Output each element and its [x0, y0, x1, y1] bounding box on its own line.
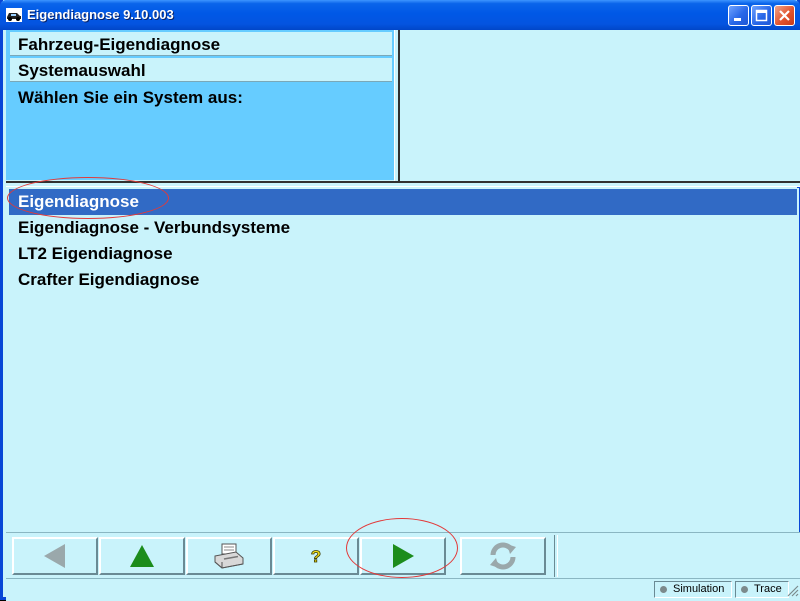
title-bar[interactable]: Eigendiagnose 9.10.003: [0, 0, 800, 30]
back-button[interactable]: [12, 537, 98, 575]
header-row-step: Systemauswahl: [10, 58, 392, 82]
app-window: Eigendiagnose 9.10.003 Fahrzeug-Eigendia…: [0, 0, 800, 601]
window-title: Eigendiagnose 9.10.003: [27, 7, 174, 22]
list-item-label: Eigendiagnose: [18, 192, 139, 211]
car-icon: [6, 8, 22, 22]
help-glyph: ?: [311, 547, 321, 566]
horizontal-splitter[interactable]: [6, 181, 800, 187]
header-function-label: Fahrzeug-Eigendiagnose: [18, 35, 221, 54]
status-simulation-label: Simulation: [673, 583, 725, 595]
list-item-eigendiagnose[interactable]: Eigendiagnose: [9, 189, 797, 215]
list-item-label: Crafter Eigendiagnose: [18, 270, 200, 289]
forward-button[interactable]: [360, 537, 446, 575]
refresh-button[interactable]: [460, 537, 546, 575]
printer-icon: [214, 543, 244, 569]
minimize-button[interactable]: [728, 5, 749, 26]
header-info-pane: Fahrzeug-Eigendiagnose Systemauswahl Wäh…: [6, 30, 395, 180]
list-item-lt2[interactable]: LT2 Eigendiagnose: [9, 241, 797, 267]
header-prompt: Wählen Sie ein System aus:: [18, 88, 243, 107]
forward-arrow-icon: [393, 544, 414, 568]
status-simulation: Simulation: [654, 581, 732, 598]
resize-grip-icon[interactable]: [787, 585, 799, 597]
list-item-crafter[interactable]: Crafter Eigendiagnose: [9, 267, 797, 293]
close-button[interactable]: [774, 5, 795, 26]
maximize-icon: [755, 9, 768, 22]
back-arrow-icon: [44, 544, 65, 568]
toolbar-separator: [554, 535, 558, 577]
maximize-button[interactable]: [751, 5, 772, 26]
print-button[interactable]: [186, 537, 272, 575]
header-row-function: Fahrzeug-Eigendiagnose: [10, 32, 392, 56]
up-arrow-icon: [130, 545, 154, 567]
bottom-toolbar: ?: [6, 532, 800, 579]
status-trace: Trace: [735, 581, 789, 598]
help-icon: ?: [310, 547, 321, 567]
refresh-icon: [490, 542, 516, 570]
header-detail-pane: [400, 30, 800, 182]
header-step-label: Systemauswahl: [18, 61, 146, 80]
status-indicator-icon: [660, 586, 667, 593]
up-button[interactable]: [99, 537, 185, 575]
system-list: Eigendiagnose Eigendiagnose - Verbundsys…: [7, 188, 799, 532]
status-trace-label: Trace: [754, 583, 782, 595]
help-button[interactable]: ?: [273, 537, 359, 575]
status-indicator-icon: [741, 586, 748, 593]
list-item-verbundsysteme[interactable]: Eigendiagnose - Verbundsysteme: [9, 215, 797, 241]
list-item-label: LT2 Eigendiagnose: [18, 244, 173, 263]
minimize-icon: [734, 18, 741, 21]
close-icon: [779, 10, 790, 21]
list-item-label: Eigendiagnose - Verbundsysteme: [18, 218, 291, 237]
status-bar: Simulation Trace: [6, 578, 800, 601]
